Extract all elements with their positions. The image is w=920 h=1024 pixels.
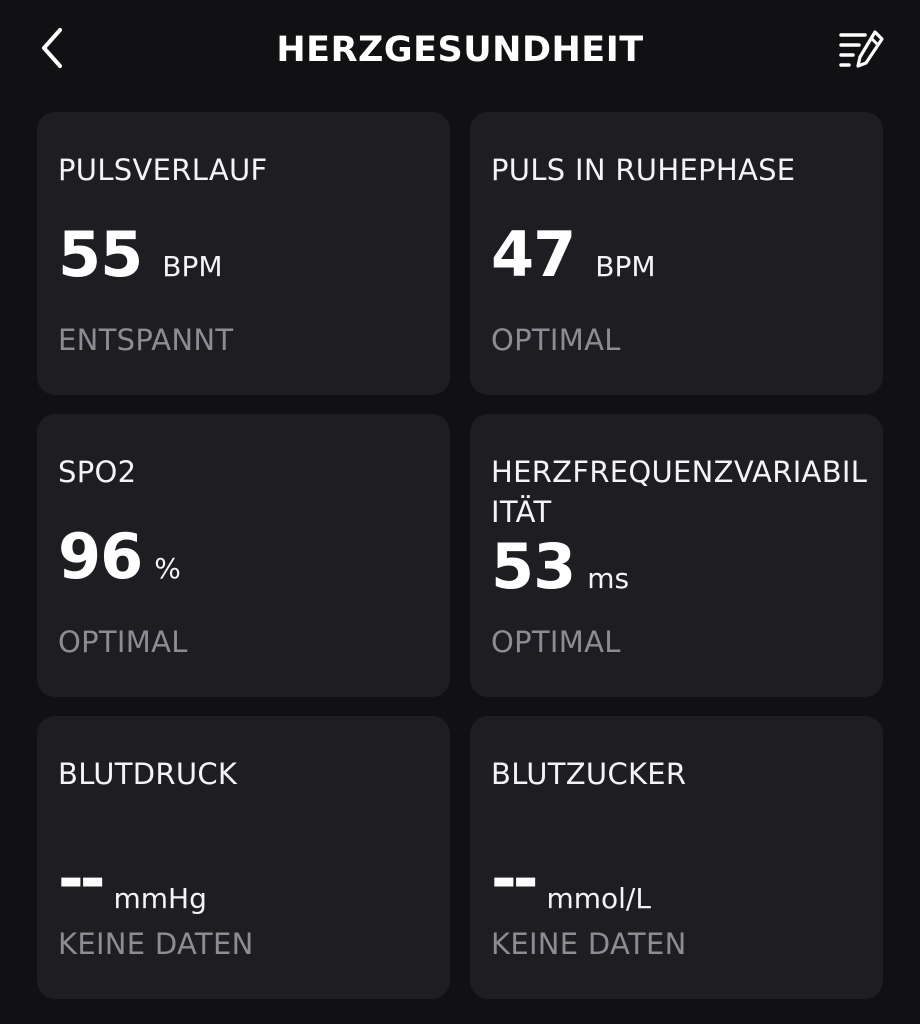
card-status: KEINE DATEN — [491, 927, 687, 961]
card-status: KEINE DATEN — [58, 927, 254, 961]
card-title: BLUTZUCKER — [491, 757, 687, 791]
card-value-row: -- mmHg — [58, 848, 207, 918]
card-unit: mmol/L — [546, 882, 651, 915]
card-value: -- — [58, 842, 106, 915]
card-unit: BPM — [162, 250, 223, 283]
card-pulse-history[interactable]: PULSVERLAUF 55 BPM ENTSPANNT — [37, 112, 450, 395]
card-blood-sugar[interactable]: BLUTZUCKER -- mmol/L KEINE DATEN — [470, 716, 883, 999]
card-unit: ms — [587, 562, 630, 595]
card-status: ENTSPANNT — [58, 323, 234, 357]
card-value: 47 — [491, 218, 576, 291]
card-title: PULSVERLAUF — [58, 153, 268, 187]
card-unit: mmHg — [113, 882, 207, 915]
card-resting-pulse[interactable]: PULS IN RUHEPHASE 47 BPM OPTIMAL — [470, 112, 883, 395]
header-bar: HERZGESUNDHEIT — [0, 0, 920, 100]
card-title: HERZFREQUENZVARIABILITÄT — [491, 455, 868, 529]
card-value-row: 53 ms — [491, 536, 629, 598]
metrics-grid: PULSVERLAUF 55 BPM ENTSPANNT PULS IN RUH… — [37, 112, 883, 999]
card-value: 53 — [491, 530, 576, 603]
card-unit: % — [154, 552, 181, 585]
card-blood-pressure[interactable]: BLUTDRUCK -- mmHg KEINE DATEN — [37, 716, 450, 999]
card-unit: BPM — [595, 250, 656, 283]
card-value-row: 47 BPM — [491, 224, 656, 286]
card-spo2[interactable]: SPO2 96 % OPTIMAL — [37, 414, 450, 697]
card-hrv[interactable]: HERZFREQUENZVARIABILITÄT 53 ms OPTIMAL — [470, 414, 883, 697]
card-status: OPTIMAL — [491, 625, 621, 659]
list-edit-icon — [839, 29, 885, 73]
card-value: 55 — [58, 218, 143, 291]
card-title: BLUTDRUCK — [58, 757, 238, 791]
card-value: 96 — [58, 520, 143, 593]
card-title: SPO2 — [58, 455, 137, 489]
edit-list-button[interactable] — [834, 24, 890, 78]
card-value-row: -- mmol/L — [491, 848, 651, 918]
card-value: -- — [491, 842, 539, 915]
page-title: HERZGESUNDHEIT — [276, 30, 644, 70]
card-status: OPTIMAL — [491, 323, 621, 357]
card-status: OPTIMAL — [58, 625, 188, 659]
card-value-row: 96 % — [58, 526, 181, 588]
card-value-row: 55 BPM — [58, 224, 223, 286]
card-title: PULS IN RUHEPHASE — [491, 153, 796, 187]
